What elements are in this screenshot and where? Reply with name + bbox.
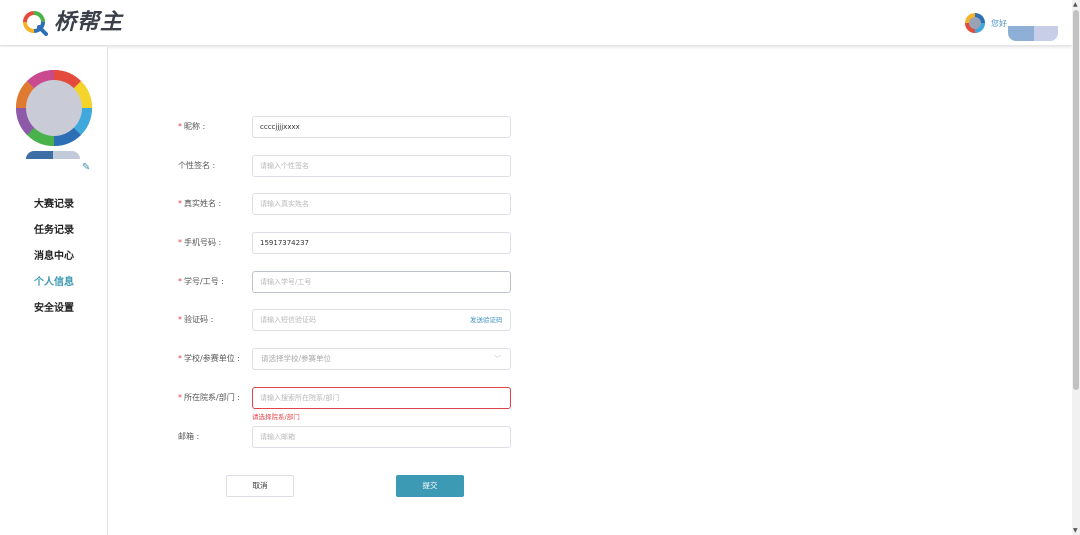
nickname-label: * 昵称 :	[178, 122, 206, 131]
required-mark: *	[178, 122, 182, 131]
department-input[interactable]	[252, 387, 511, 409]
email-input[interactable]	[252, 426, 511, 448]
student-id-input[interactable]	[252, 271, 511, 293]
chevron-down-icon: ﹀	[494, 355, 501, 363]
student-id-row: * 学号/工号 :	[108, 271, 528, 295]
brand-name: 桥帮主	[54, 10, 124, 35]
profile-avatar	[15, 69, 93, 147]
signature-row: 个性签名 :	[108, 155, 528, 179]
user-menu[interactable]: 您好	[964, 12, 1058, 41]
profile-form: *昵称 : 个性签名 : *真实姓名 : *手机号码 : *学号/工号 : *验…	[108, 47, 1072, 535]
required-mark: *	[178, 277, 182, 286]
required-mark: *	[178, 393, 182, 402]
sidebar-item-message-center[interactable]: 消息中心	[0, 249, 108, 275]
greeting-text: 您好	[991, 19, 1007, 28]
nickname-input[interactable]	[252, 116, 511, 138]
nickname-row: * 昵称 :	[108, 116, 528, 140]
email-label: 邮箱 :	[178, 432, 200, 441]
code-row: *验证码 : 发送验证码	[108, 309, 528, 333]
profile-name-bar	[26, 151, 80, 159]
top-header: 桥帮主 您好	[0, 0, 1072, 46]
department-row: *所在院系/部门 : 请选择院系/部门	[108, 387, 528, 421]
send-code-button[interactable]: 发送验证码	[470, 309, 503, 331]
real-name-row: * 真实姓名 :	[108, 193, 528, 217]
sidebar-item-personal-info[interactable]: 个人信息	[0, 275, 108, 301]
school-select[interactable]: 请选择学校/参赛单位 ﹀	[252, 348, 511, 370]
edit-icon[interactable]: ✎	[82, 162, 90, 173]
submit-button[interactable]: 提交	[396, 475, 464, 497]
logo-icon	[23, 11, 48, 36]
school-select-placeholder: 请选择学校/参赛单位	[261, 354, 332, 363]
signature-input[interactable]	[252, 155, 511, 177]
required-mark: *	[178, 199, 182, 208]
phone-row: * 手机号码 :	[108, 232, 528, 256]
school-label: * 学校/参赛单位 :	[178, 354, 240, 363]
sidebar-item-task-records[interactable]: 任务记录	[0, 223, 108, 249]
user-name-block[interactable]	[1008, 26, 1058, 41]
required-mark: *	[178, 238, 182, 247]
real-name-input[interactable]	[252, 193, 511, 215]
sidebar: ✎ 大赛记录 任务记录 消息中心 个人信息 安全设置	[0, 47, 108, 535]
required-mark: *	[178, 315, 182, 324]
sidebar-menu: 大赛记录 任务记录 消息中心 个人信息 安全设置	[0, 197, 108, 327]
signature-label: 个性签名 :	[178, 161, 216, 170]
cancel-button[interactable]: 取消	[226, 475, 294, 497]
department-label: * 所在院系/部门 :	[178, 393, 240, 402]
school-row: * 学校/参赛单位 : 请选择学校/参赛单位 ﹀	[108, 348, 528, 372]
scroll-up-icon[interactable]: ▲	[1073, 1, 1078, 8]
sidebar-item-contest-records[interactable]: 大赛记录	[0, 197, 108, 223]
code-label: * 验证码 :	[178, 315, 214, 324]
email-row: 邮箱 :	[108, 426, 528, 450]
real-name-label: * 真实姓名 :	[178, 199, 222, 208]
sidebar-item-security-settings[interactable]: 安全设置	[0, 301, 108, 327]
page-scrollbar[interactable]: ▲ ▼	[1072, 0, 1080, 535]
department-error: 请选择院系/部门	[252, 413, 300, 421]
user-avatar-icon[interactable]	[964, 12, 986, 34]
phone-label: * 手机号码 :	[178, 238, 222, 247]
scroll-thumb[interactable]	[1073, 10, 1079, 390]
required-mark: *	[178, 354, 182, 363]
scroll-down-icon[interactable]: ▼	[1073, 527, 1078, 534]
student-id-label: * 学号/工号 :	[178, 277, 224, 286]
phone-input[interactable]	[252, 232, 511, 254]
brand-logo[interactable]: 桥帮主	[22, 10, 123, 36]
